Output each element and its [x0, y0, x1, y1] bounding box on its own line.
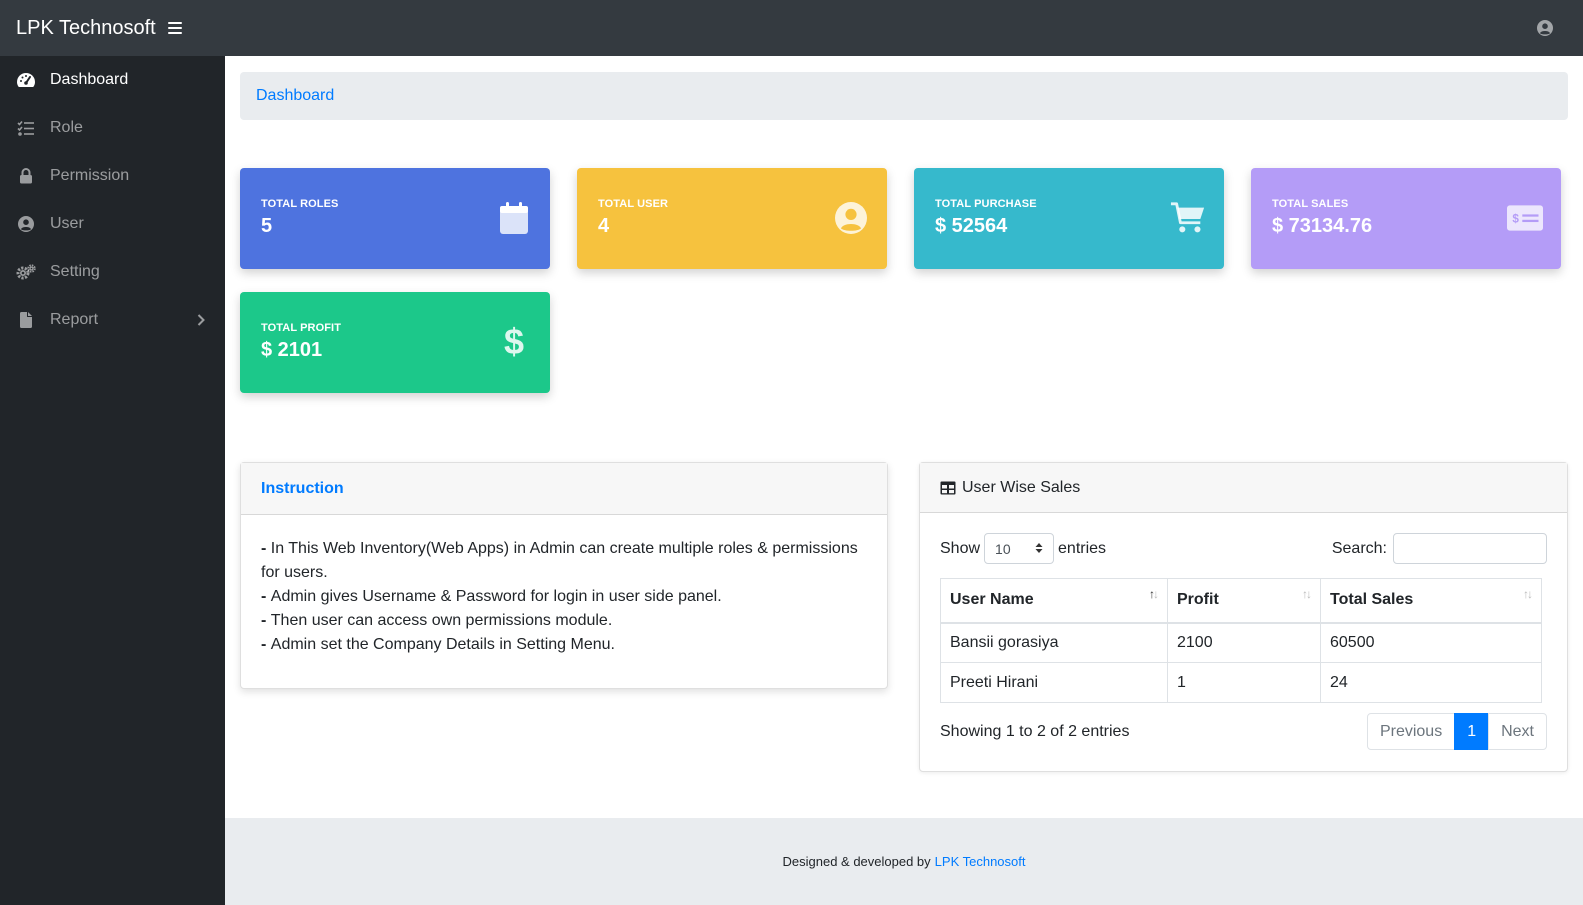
user-sales-table: User Name ↑↓ Profit ↑↓ Total Sales ↑↓ Bansi…: [940, 578, 1542, 703]
stat-label: TOTAL PURCHASE: [935, 198, 1037, 210]
sidebar-item-report[interactable]: Report: [0, 296, 225, 344]
tasks-icon: [16, 119, 36, 137]
svg-text:$: $: [504, 324, 524, 360]
table-footer: Showing 1 to 2 of 2 entries Previous 1 N…: [920, 713, 1567, 750]
instruction-title: Instruction: [261, 479, 344, 497]
instruction-line: - Then user can access own permissions m…: [261, 612, 613, 629]
instruction-card-header: Instruction: [241, 463, 887, 515]
instruction-card: Instruction - In This Web Inventory(Web …: [240, 462, 888, 689]
stat-value: $ 2101: [261, 339, 323, 361]
sales-card-header: User Wise Sales: [920, 463, 1567, 513]
column-header-user-name[interactable]: User Name ↑↓: [940, 578, 1168, 624]
cell-total-sales: 60500: [1320, 622, 1542, 663]
lock-icon: [16, 167, 36, 185]
sidebar-toggle-button[interactable]: [167, 22, 182, 34]
footer-company-link[interactable]: LPK Technosoft: [935, 854, 1026, 869]
user-wise-sales-card: User Wise Sales Show 10 entries Search: …: [919, 462, 1568, 772]
brand-name[interactable]: LPK Technosoft: [16, 17, 156, 40]
stat-card-total-profit[interactable]: TOTAL PROFIT $ 2101 $: [240, 292, 550, 393]
user-circle-icon: [833, 200, 869, 236]
cogs-icon: [16, 263, 36, 281]
page-length-select[interactable]: 10: [984, 533, 1055, 564]
cell-profit: 2100: [1167, 622, 1321, 663]
cell-user-name: Bansii gorasiya: [940, 622, 1168, 663]
user-circle-icon: [16, 215, 36, 233]
calendar-icon: [496, 200, 532, 236]
instruction-line: - Admin set the Company Details in Setti…: [261, 636, 615, 653]
cell-profit: 1: [1167, 662, 1321, 703]
instruction-body: - In This Web Inventory(Web Apps) in Adm…: [241, 515, 887, 679]
sidebar-item-label: Setting: [50, 263, 100, 280]
column-header-total-sales[interactable]: Total Sales ↑↓: [1320, 578, 1542, 624]
stat-value: $ 73134.76: [1272, 215, 1373, 237]
sort-asc-icon: ↑↓: [1149, 587, 1159, 601]
stat-card-total-sales[interactable]: TOTAL SALES $ 73134.76 $: [1251, 168, 1561, 269]
stat-value: $ 52564: [935, 215, 1008, 237]
sidebar-item-role[interactable]: Role: [0, 104, 225, 152]
main-content: Dashboard TOTAL ROLES 5 TOTAL USER 4 TOT…: [225, 56, 1583, 905]
user-circle-icon[interactable]: [1537, 20, 1553, 36]
stat-label: TOTAL SALES: [1272, 198, 1349, 210]
table-row: Preeti Hirani 1 24: [940, 662, 1542, 703]
money-check-icon: $: [1507, 200, 1543, 236]
search-input[interactable]: [1393, 533, 1547, 564]
page-footer: Designed & developed by LPK Technosoft: [225, 818, 1583, 905]
stat-label: TOTAL ROLES: [261, 198, 339, 210]
sidebar-item-permission[interactable]: Permission: [0, 152, 225, 200]
entries-label: entries: [1058, 539, 1107, 557]
sidebar-item-user[interactable]: User: [0, 200, 225, 248]
shopping-cart-icon: [1170, 200, 1206, 236]
table-row: Bansii gorasiya 2100 60500: [940, 622, 1542, 663]
top-navbar: LPK Technosoft: [0, 0, 1583, 56]
page-length-value: 10: [995, 540, 1011, 557]
sidebar-item-label: Report: [50, 311, 99, 328]
breadcrumb: Dashboard: [240, 72, 1568, 120]
breadcrumb-link-dashboard[interactable]: Dashboard: [256, 87, 334, 105]
sort-icon: ↑↓: [1302, 587, 1312, 601]
file-icon: [16, 311, 36, 329]
stat-label: TOTAL PROFIT: [261, 322, 342, 334]
sidebar: Dashboard Role Permission User Setting R…: [0, 56, 225, 905]
sidebar-item-label: User: [50, 215, 84, 232]
sales-card-title: User Wise Sales: [962, 478, 1081, 496]
stat-card-total-user[interactable]: TOTAL USER 4: [577, 168, 887, 269]
show-label: Show: [940, 539, 981, 557]
stat-card-total-roles[interactable]: TOTAL ROLES 5: [240, 168, 550, 269]
column-header-profit[interactable]: Profit ↑↓: [1167, 578, 1321, 624]
sort-updown-icon: [1035, 541, 1043, 557]
cell-total-sales: 24: [1320, 662, 1542, 703]
table-controls: Show 10 entries Search:: [920, 533, 1567, 564]
svg-text:$: $: [1512, 213, 1519, 226]
stat-label: TOTAL USER: [598, 198, 669, 210]
search-label: Search:: [1331, 539, 1387, 557]
sidebar-item-label: Dashboard: [50, 71, 129, 88]
cell-user-name: Preeti Hirani: [940, 662, 1168, 703]
next-page-button[interactable]: Next: [1488, 713, 1547, 750]
dollar-icon: $: [496, 324, 532, 360]
sidebar-item-label: Role: [50, 119, 83, 136]
sidebar-item-dashboard[interactable]: Dashboard: [0, 56, 225, 104]
sidebar-item-setting[interactable]: Setting: [0, 248, 225, 296]
footer-text: Designed & developed by: [782, 854, 931, 869]
sort-icon: ↑↓: [1523, 587, 1533, 601]
stat-card-total-purchase[interactable]: TOTAL PURCHASE $ 52564: [914, 168, 1224, 269]
stat-value: 5: [261, 215, 273, 237]
stat-value: 4: [598, 215, 610, 237]
page-1-button[interactable]: 1: [1454, 713, 1490, 750]
instruction-line: - Admin gives Username & Password for lo…: [261, 588, 722, 605]
instruction-line: - In This Web Inventory(Web Apps) in Adm…: [261, 540, 858, 581]
page-length-control: Show 10 entries: [940, 533, 1106, 564]
chevron-right-icon: [197, 313, 205, 331]
table-info: Showing 1 to 2 of 2 entries: [940, 722, 1130, 740]
tachometer-icon: [16, 71, 36, 89]
pagination: Previous 1 Next: [1366, 713, 1547, 750]
sidebar-item-label: Permission: [50, 167, 130, 184]
previous-page-button[interactable]: Previous: [1366, 713, 1456, 750]
table-icon: [940, 481, 956, 495]
search-control: Search:: [1332, 533, 1547, 564]
